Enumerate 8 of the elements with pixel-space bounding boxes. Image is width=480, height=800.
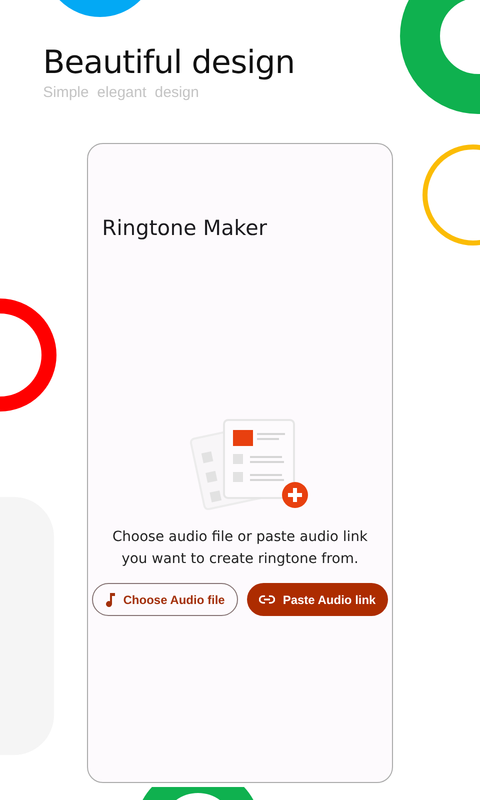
link-icon bbox=[258, 595, 275, 604]
page-title: Beautiful design bbox=[43, 42, 296, 83]
app-title: Ringtone Maker bbox=[102, 216, 268, 240]
paste-link-button[interactable]: Paste Audio link bbox=[246, 583, 388, 616]
instruction-text: Choose audio file or paste audio link you want to create ringtone from. bbox=[111, 528, 369, 569]
choose-file-button[interactable]: Choose Audio file bbox=[92, 583, 238, 616]
music-note-icon bbox=[105, 592, 116, 606]
page-subtitle: Simple elegant design bbox=[43, 84, 200, 101]
